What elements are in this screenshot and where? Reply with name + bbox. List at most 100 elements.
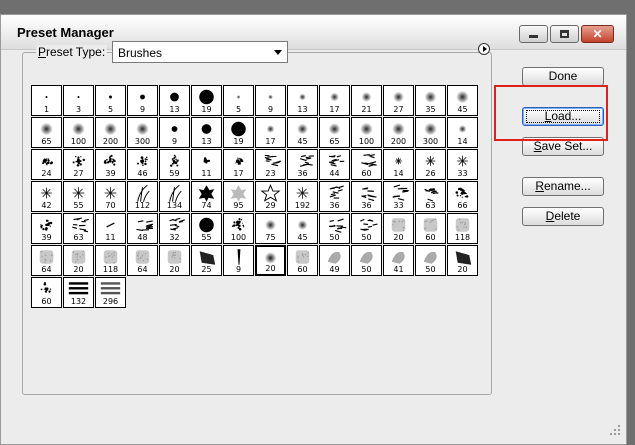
brush-preset-35[interactable]: 23 xyxy=(255,149,286,180)
preset-type-dropdown[interactable]: Brushes xyxy=(112,41,288,63)
brush-preset-25[interactable]: 200 xyxy=(383,117,414,148)
brush-preset-60[interactable]: 32 xyxy=(159,213,190,244)
brush-preset-66[interactable]: 50 xyxy=(351,213,382,244)
brush-preset-71[interactable]: 20 xyxy=(63,245,94,276)
brush-tip-icon xyxy=(320,215,349,235)
brush-preset-47[interactable]: 74 xyxy=(191,181,222,212)
brush-preset-85[interactable]: 132 xyxy=(63,277,94,308)
brush-preset-45[interactable]: 112 xyxy=(127,181,158,212)
brush-preset-16[interactable]: 200 xyxy=(95,117,126,148)
brush-preset-29[interactable]: 27 xyxy=(63,149,94,180)
brush-preset-58[interactable]: 11 xyxy=(95,213,126,244)
brush-preset-75[interactable]: 25 xyxy=(191,245,222,276)
brush-preset-42[interactable]: 42 xyxy=(31,181,62,212)
brush-preset-48[interactable]: 95 xyxy=(223,181,254,212)
brush-preset-9[interactable]: 17 xyxy=(319,85,350,116)
brush-preset-22[interactable]: 45 xyxy=(287,117,318,148)
brush-preset-83[interactable]: 20 xyxy=(447,245,478,276)
brush-preset-63[interactable]: 75 xyxy=(255,213,286,244)
brush-preset-73[interactable]: 64 xyxy=(127,245,158,276)
brush-preset-74[interactable]: 20 xyxy=(159,245,190,276)
brush-preset-37[interactable]: 44 xyxy=(319,149,350,180)
brush-preset-64[interactable]: 45 xyxy=(287,213,318,244)
brush-preset-76[interactable]: 9 xyxy=(223,245,254,276)
brush-preset-46[interactable]: 134 xyxy=(159,181,190,212)
brush-preset-70[interactable]: 64 xyxy=(31,245,62,276)
brush-preset-55[interactable]: 66 xyxy=(447,181,478,212)
delete-button[interactable]: Delete xyxy=(522,207,604,226)
brush-preset-43[interactable]: 55 xyxy=(63,181,94,212)
brush-preset-20[interactable]: 19 xyxy=(223,117,254,148)
resize-grip-icon[interactable] xyxy=(608,423,622,437)
brush-preset-19[interactable]: 13 xyxy=(191,117,222,148)
brush-preset-81[interactable]: 41 xyxy=(383,245,414,276)
brush-preset-4[interactable]: 13 xyxy=(159,85,190,116)
brush-preset-86[interactable]: 296 xyxy=(95,277,126,308)
brush-preset-1[interactable]: 3 xyxy=(63,85,94,116)
minimize-button[interactable] xyxy=(519,25,548,43)
brush-preset-69[interactable]: 118 xyxy=(447,213,478,244)
brush-preset-31[interactable]: 46 xyxy=(127,149,158,180)
brush-preset-27[interactable]: 14 xyxy=(447,117,478,148)
brush-preset-0[interactable]: 1 xyxy=(31,85,62,116)
rename-button[interactable]: Rename... xyxy=(522,177,604,196)
brush-preset-3[interactable]: 9 xyxy=(127,85,158,116)
brush-preset-12[interactable]: 35 xyxy=(415,85,446,116)
brush-tip-icon xyxy=(320,87,349,107)
brush-preset-6[interactable]: 5 xyxy=(223,85,254,116)
done-button[interactable]: Done xyxy=(522,67,604,86)
brush-preset-54[interactable]: 63 xyxy=(415,181,446,212)
brush-preset-26[interactable]: 300 xyxy=(415,117,446,148)
brush-preset-28[interactable]: 24 xyxy=(31,149,62,180)
brush-preset-84[interactable]: 60 xyxy=(31,277,62,308)
brush-preset-14[interactable]: 65 xyxy=(31,117,62,148)
brush-preset-61[interactable]: 55 xyxy=(191,213,222,244)
brush-preset-23[interactable]: 65 xyxy=(319,117,350,148)
brush-preset-51[interactable]: 36 xyxy=(319,181,350,212)
close-button[interactable]: ✕ xyxy=(581,25,614,43)
brush-preset-7[interactable]: 9 xyxy=(255,85,286,116)
brush-size-label: 1 xyxy=(43,105,50,114)
brush-preset-11[interactable]: 27 xyxy=(383,85,414,116)
brush-preset-44[interactable]: 70 xyxy=(95,181,126,212)
brush-preset-80[interactable]: 50 xyxy=(351,245,382,276)
brush-preset-2[interactable]: 5 xyxy=(95,85,126,116)
brush-preset-79[interactable]: 49 xyxy=(319,245,350,276)
brush-preset-32[interactable]: 59 xyxy=(159,149,190,180)
brush-preset-82[interactable]: 50 xyxy=(415,245,446,276)
brush-preset-67[interactable]: 20 xyxy=(383,213,414,244)
brush-preset-77[interactable]: 20 xyxy=(255,245,286,276)
flyout-menu-button[interactable] xyxy=(478,43,490,55)
brush-preset-65[interactable]: 50 xyxy=(319,213,350,244)
brush-preset-38[interactable]: 60 xyxy=(351,149,382,180)
brush-preset-34[interactable]: 17 xyxy=(223,149,254,180)
brush-preset-24[interactable]: 100 xyxy=(351,117,382,148)
maximize-button[interactable] xyxy=(550,25,579,43)
brush-preset-17[interactable]: 300 xyxy=(127,117,158,148)
brush-preset-49[interactable]: 29 xyxy=(255,181,286,212)
brush-preset-13[interactable]: 45 xyxy=(447,85,478,116)
brush-preset-33[interactable]: 11 xyxy=(191,149,222,180)
brush-preset-78[interactable]: 60 xyxy=(287,245,318,276)
brush-preset-36[interactable]: 36 xyxy=(287,149,318,180)
brush-preset-68[interactable]: 60 xyxy=(415,213,446,244)
brush-preset-30[interactable]: 39 xyxy=(95,149,126,180)
brush-preset-21[interactable]: 17 xyxy=(255,117,286,148)
brush-preset-41[interactable]: 33 xyxy=(447,149,478,180)
brush-preset-15[interactable]: 100 xyxy=(63,117,94,148)
brush-preset-52[interactable]: 36 xyxy=(351,181,382,212)
brush-preset-62[interactable]: 100 xyxy=(223,213,254,244)
brush-preset-18[interactable]: 9 xyxy=(159,117,190,148)
brush-preset-57[interactable]: 63 xyxy=(63,213,94,244)
brush-preset-56[interactable]: 39 xyxy=(31,213,62,244)
brush-preset-59[interactable]: 48 xyxy=(127,213,158,244)
brush-preset-8[interactable]: 13 xyxy=(287,85,318,116)
brush-preset-50[interactable]: 192 xyxy=(287,181,318,212)
brush-preset-72[interactable]: 118 xyxy=(95,245,126,276)
brush-preset-40[interactable]: 26 xyxy=(415,149,446,180)
brush-preset-39[interactable]: 14 xyxy=(383,149,414,180)
brush-tip-shape xyxy=(265,219,276,231)
brush-preset-5[interactable]: 19 xyxy=(191,85,222,116)
brush-preset-10[interactable]: 21 xyxy=(351,85,382,116)
brush-preset-53[interactable]: 33 xyxy=(383,181,414,212)
